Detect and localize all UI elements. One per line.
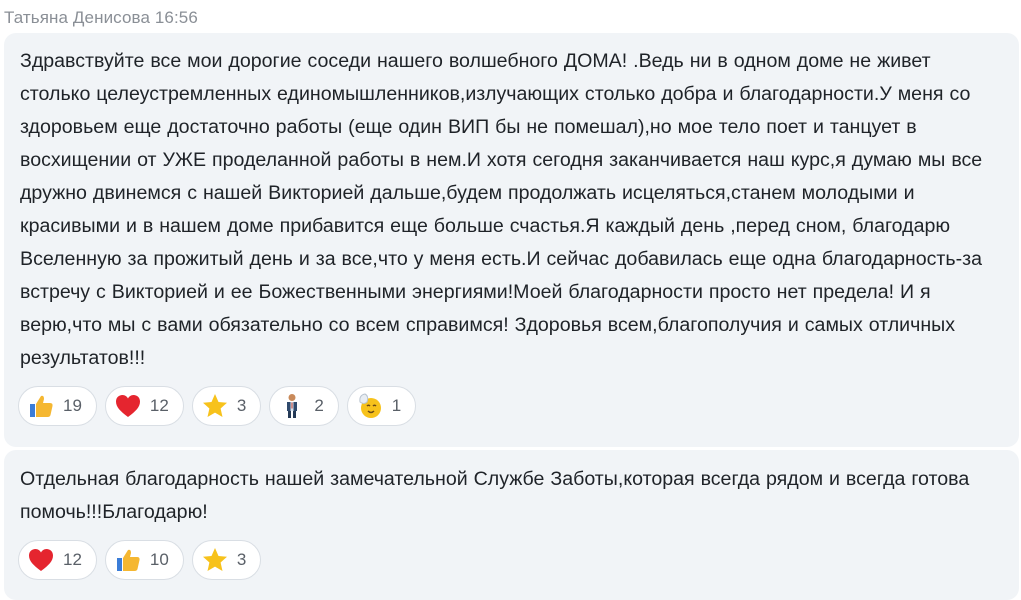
reaction-star[interactable]: 3 [191, 540, 262, 580]
reaction-star[interactable]: 3 [191, 386, 262, 426]
reaction-heart[interactable]: 12 [104, 386, 184, 426]
reaction-praying-face[interactable]: 1 [346, 386, 417, 426]
reaction-person[interactable]: 2 [269, 386, 339, 426]
person-icon [278, 392, 306, 420]
reaction-count: 2 [314, 396, 324, 415]
reaction-count: 19 [63, 396, 82, 415]
thumbs-up-icon [114, 546, 142, 574]
star-icon [201, 546, 229, 574]
message-text: Здравствуйте все мои дорогие соседи наше… [20, 50, 983, 369]
reaction-heart[interactable]: 12 [18, 540, 97, 580]
message-bubble: Здравствуйте все мои дорогие соседи наше… [4, 33, 1019, 447]
reactions-bar: 12 10 3 [18, 540, 262, 580]
message-bubble: Отдельная благодарность нашей замечатель… [4, 450, 1019, 600]
reaction-count: 12 [63, 550, 82, 569]
message-time: 16:56 [154, 8, 198, 27]
message-header: Татьяна Денисова 16:56 [4, 8, 198, 28]
reaction-count: 12 [149, 396, 169, 415]
reaction-thumbs-up[interactable]: 10 [104, 540, 184, 580]
heart-icon [114, 392, 142, 420]
reactions-bar: 19 12 3 2 1 [18, 386, 417, 426]
reaction-count: 3 [236, 550, 247, 569]
star-icon [201, 392, 229, 420]
praying-face-icon [356, 392, 384, 420]
reaction-count: 3 [236, 396, 247, 415]
heart-icon [27, 546, 55, 574]
reaction-thumbs-up[interactable]: 19 [18, 386, 97, 426]
reaction-count: 10 [149, 550, 169, 569]
thumbs-up-icon [27, 392, 55, 420]
reaction-count: 1 [391, 396, 402, 415]
sender-name[interactable]: Татьяна Денисова [4, 8, 150, 27]
message-text: Отдельная благодарность нашей замечатель… [20, 468, 970, 523]
